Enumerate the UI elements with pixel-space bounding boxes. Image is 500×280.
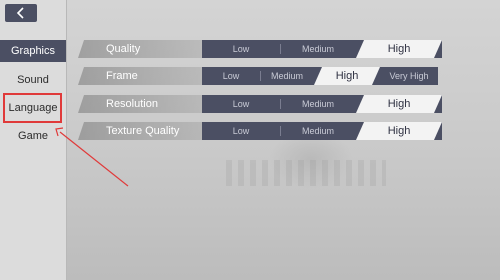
resolution-segmented-control: Low Medium High — [202, 95, 442, 113]
option-medium[interactable]: Medium — [280, 40, 356, 58]
setting-row-frame: Frame Low Medium High Very High — [78, 67, 442, 85]
option-low[interactable]: Low — [202, 95, 280, 113]
option-low[interactable]: Low — [202, 122, 280, 140]
setting-label: Texture Quality — [106, 125, 180, 137]
sidebar-item-label: Graphics — [10, 45, 56, 57]
texture-quality-segmented-control: Low Medium High — [202, 122, 442, 140]
option-high-selected[interactable]: High — [356, 95, 442, 113]
setting-row-quality: Quality Low Medium High — [78, 40, 442, 58]
setting-row-resolution: Resolution Low Medium High — [78, 95, 442, 113]
setting-label: Quality — [106, 43, 141, 55]
option-low[interactable]: Low — [202, 67, 260, 85]
sidebar-item-label: Game — [18, 130, 48, 142]
sidebar-item-graphics[interactable]: Graphics — [0, 40, 66, 62]
segment-divider — [280, 126, 281, 136]
sidebar-item-label: Sound — [17, 74, 49, 86]
option-high-selected[interactable]: High — [356, 40, 442, 58]
background-scribble — [226, 160, 386, 186]
setting-label: Frame — [106, 70, 138, 82]
sidebar: Graphics Sound Language Game — [0, 0, 67, 280]
chevron-left-icon — [16, 7, 24, 19]
setting-label: Resolution — [106, 98, 158, 110]
sidebar-item-sound[interactable]: Sound — [0, 69, 66, 91]
option-medium[interactable]: Medium — [280, 95, 356, 113]
option-low[interactable]: Low — [202, 40, 280, 58]
quality-segmented-control: Low Medium High — [202, 40, 442, 58]
segment-divider — [260, 71, 261, 81]
language-highlight-box — [3, 93, 62, 123]
segment-divider — [280, 44, 281, 54]
back-button[interactable] — [5, 4, 37, 22]
option-high-selected[interactable]: High — [314, 67, 380, 85]
sidebar-item-game[interactable]: Game — [0, 125, 66, 147]
option-very-high[interactable]: Very High — [380, 67, 438, 85]
frame-segmented-control: Low Medium High Very High — [202, 67, 438, 85]
option-medium[interactable]: Medium — [280, 122, 356, 140]
segment-divider — [280, 99, 281, 109]
option-medium[interactable]: Medium — [260, 67, 314, 85]
setting-row-texture-quality: Texture Quality Low Medium High — [78, 122, 442, 140]
option-high-selected[interactable]: High — [356, 122, 442, 140]
